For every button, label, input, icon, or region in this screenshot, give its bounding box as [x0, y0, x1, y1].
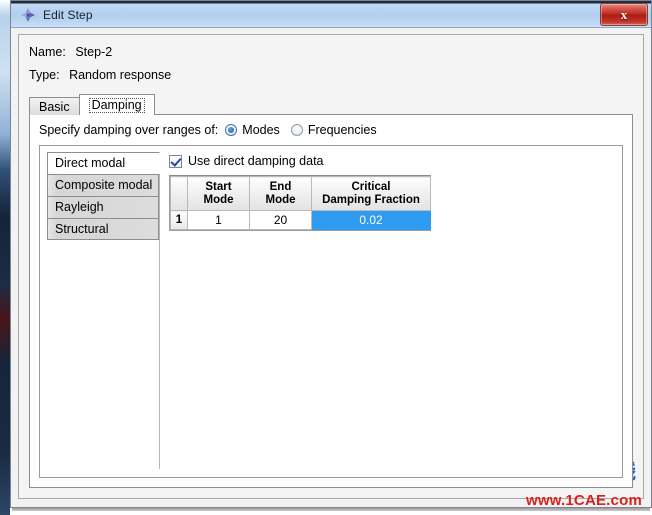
- cell-end-mode[interactable]: 20: [249, 210, 312, 230]
- cell-start-mode[interactable]: 1: [187, 210, 250, 230]
- vtab-rayleigh[interactable]: Rayleigh: [47, 196, 159, 218]
- vertical-tablist-filler: [47, 240, 159, 469]
- use-direct-damping-checkbox[interactable]: [169, 154, 182, 168]
- vtab-composite-modal-label: Composite modal: [55, 178, 153, 192]
- radio-frequencies-label: Frequencies: [307, 123, 377, 137]
- step-type-value: Random response: [69, 68, 172, 82]
- table-row[interactable]: 1 1 20 0.02: [170, 210, 431, 230]
- damping-pane-empty-space: [169, 231, 615, 469]
- column-header-critical-damping-fraction[interactable]: Critical Damping Fraction: [311, 176, 431, 211]
- tab-basic-label: Basic: [39, 100, 70, 114]
- damping-table-body: 1 1 20 0.02: [170, 210, 431, 230]
- radio-modes[interactable]: Modes: [225, 123, 280, 137]
- column-header-critical-line2: Damping Fraction: [322, 193, 420, 206]
- step-type-row: Type: Random response: [29, 68, 633, 82]
- desktop-backdrop-strip: [0, 0, 10, 515]
- dialog-titlebar: Edit Step x: [11, 1, 651, 28]
- close-icon: x: [620, 7, 628, 22]
- column-header-start-mode-line2: Mode: [203, 193, 234, 206]
- damping-table-head: Start Mode End Mode Critical Damping Fra…: [170, 176, 431, 211]
- damping-ranges-radio-group: Modes Frequencies: [225, 123, 387, 137]
- step-type-label: Type:: [29, 68, 60, 82]
- damping-tab-panel: Specify damping over ranges of: Modes Fr…: [29, 114, 633, 488]
- tab-damping-label: Damping: [88, 98, 145, 113]
- radio-frequencies[interactable]: Frequencies: [290, 123, 377, 137]
- column-header-start-mode[interactable]: Start Mode: [187, 176, 250, 211]
- vtab-direct-modal-label: Direct modal: [55, 156, 126, 170]
- radio-modes-label: Modes: [242, 123, 280, 137]
- column-header-end-mode-line1: End: [269, 180, 292, 193]
- damping-ranges-label: Specify damping over ranges of:: [39, 123, 219, 137]
- table-corner-header: [170, 176, 188, 211]
- radio-modes-indicator: [225, 124, 238, 136]
- tab-basic[interactable]: Basic: [29, 97, 80, 115]
- close-button[interactable]: x: [600, 3, 648, 26]
- tab-damping[interactable]: Damping: [78, 94, 155, 115]
- vtab-structural[interactable]: Structural: [47, 218, 159, 240]
- damping-ranges-row: Specify damping over ranges of: Modes Fr…: [39, 123, 623, 137]
- use-direct-damping-checkbox-row[interactable]: Use direct damping data: [169, 154, 615, 168]
- vtab-structural-label: Structural: [55, 222, 109, 236]
- window-drop-shadow: [12, 508, 650, 511]
- vtab-composite-modal[interactable]: Composite modal: [47, 174, 159, 196]
- column-header-start-mode-line1: Start: [205, 180, 232, 193]
- use-direct-damping-label: Use direct damping data: [188, 154, 324, 168]
- screenshot-root: Edit Step x Name: Step-2 Type: Random re…: [0, 0, 652, 515]
- radio-frequencies-indicator: [290, 124, 303, 136]
- direct-modal-pane: Use direct damping data Start Mode End M…: [160, 152, 615, 469]
- main-tabstrip: Basic Damping: [29, 94, 633, 115]
- damping-table-header-row: Start Mode End Mode Critical Damping Fra…: [170, 176, 431, 211]
- edit-step-dialog: Edit Step x Name: Step-2 Type: Random re…: [10, 0, 652, 508]
- cell-critical-damping-fraction[interactable]: 0.02: [311, 210, 431, 230]
- row-index-header[interactable]: 1: [170, 210, 188, 230]
- damping-groupbox: Direct modal Composite modal Rayleigh St…: [39, 145, 623, 478]
- dialog-title: Edit Step: [43, 8, 93, 22]
- step-name-label: Name:: [29, 45, 66, 59]
- column-header-critical-line1: Critical: [351, 180, 391, 193]
- vtab-direct-modal[interactable]: Direct modal: [47, 152, 160, 174]
- vtab-rayleigh-label: Rayleigh: [55, 200, 104, 214]
- step-name-value: Step-2: [75, 45, 113, 59]
- column-header-end-mode[interactable]: End Mode: [249, 176, 312, 211]
- damping-table-container: Start Mode End Mode Critical Damping Fra…: [169, 175, 431, 231]
- dialog-content-panel: Name: Step-2 Type: Random response Basic…: [18, 34, 644, 499]
- damping-vertical-tablist: Direct modal Composite modal Rayleigh St…: [47, 152, 160, 469]
- column-header-end-mode-line2: Mode: [265, 193, 296, 206]
- step-name-row: Name: Step-2: [29, 45, 633, 59]
- dialog-client-area: Name: Step-2 Type: Random response Basic…: [11, 28, 651, 507]
- damping-table: Start Mode End Mode Critical Damping Fra…: [170, 176, 431, 230]
- abaqus-diamond-icon: [20, 7, 36, 23]
